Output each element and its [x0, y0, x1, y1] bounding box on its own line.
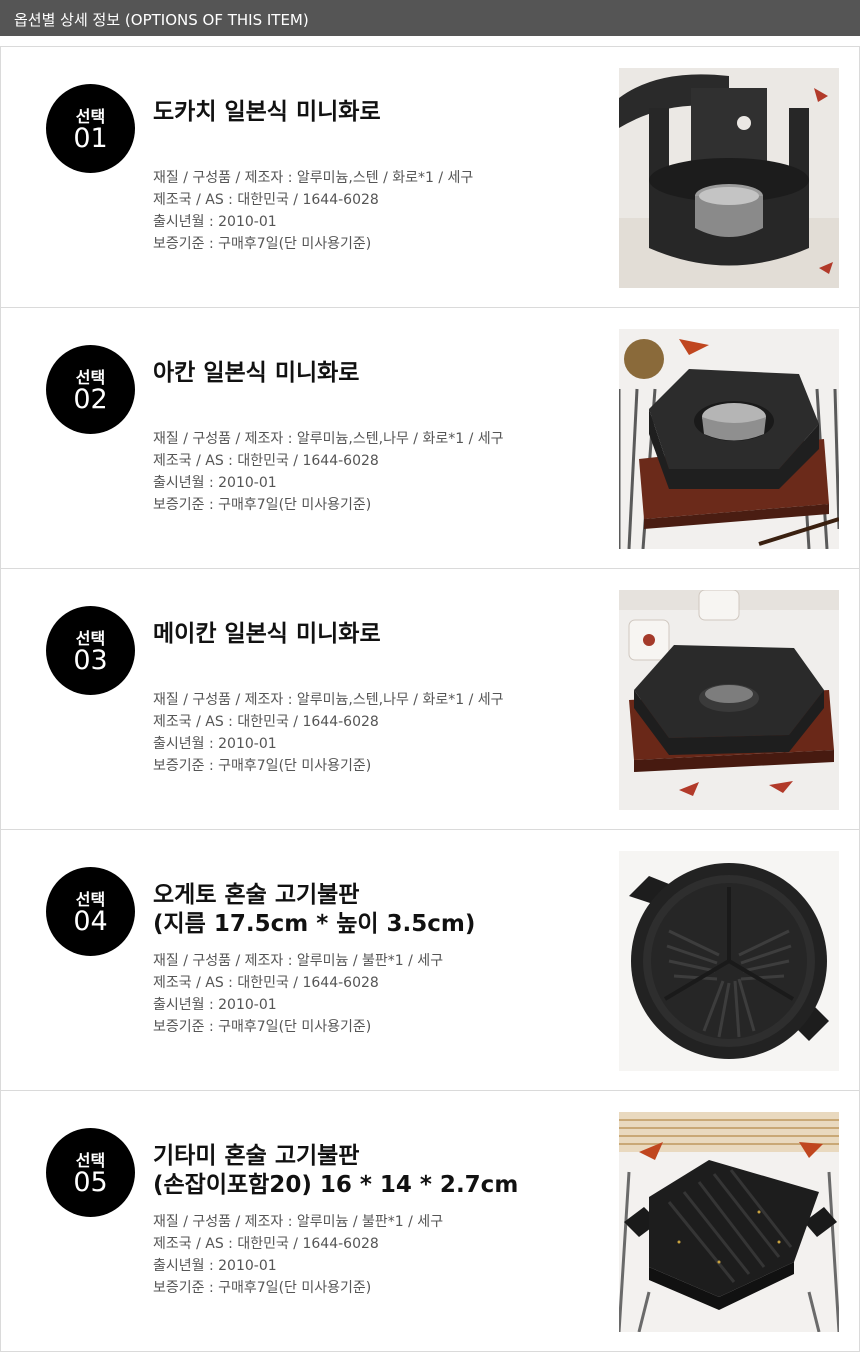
option-card-04: 선택 04 오게토 혼술 고기불판 (지름 17.5cm * 높이 3.5cm)…	[0, 829, 860, 1091]
option-specs: 재질 / 구성품 / 제조자 : 알루미늄 / 불판*1 / 세구 제조국 / …	[153, 950, 593, 1038]
spec-release: 출시년월 : 2010-01	[153, 475, 277, 491]
spec-origin: 제조국 / AS : 대한민국 / 1644-6028	[153, 453, 379, 469]
option-specs: 재질 / 구성품 / 제조자 : 알루미늄,스텐,나무 / 화로*1 / 세구 …	[153, 689, 593, 777]
options-list: 선택 01 도카치 일본식 미니화로 재질 / 구성품 / 제조자 : 알루미늄…	[0, 46, 860, 1352]
option-title-line1: 도카치 일본식 미니화로	[153, 99, 381, 125]
option-badge: 선택 02	[46, 345, 135, 434]
spec-origin: 제조국 / AS : 대한민국 / 1644-6028	[153, 1236, 379, 1252]
spec-release: 출시년월 : 2010-01	[153, 997, 277, 1013]
option-title: 기타미 혼술 고기불판 (손잡이포함20) 16 * 14 * 2.7cm	[153, 1142, 593, 1200]
spec-material: 재질 / 구성품 / 제조자 : 알루미늄 / 불판*1 / 세구	[153, 1214, 444, 1230]
option-specs: 재질 / 구성품 / 제조자 : 알루미늄 / 불판*1 / 세구 제조국 / …	[153, 1211, 593, 1299]
option-badge: 선택 03	[46, 606, 135, 695]
badge-number: 04	[73, 906, 108, 937]
option-title-line1: 아칸 일본식 미니화로	[153, 360, 360, 386]
option-badge: 선택 05	[46, 1128, 135, 1217]
option-badge: 선택 01	[46, 84, 135, 173]
option-title: 아칸 일본식 미니화로	[153, 359, 593, 388]
section-title: 옵션별 상세 정보 (OPTIONS OF THIS ITEM)	[14, 11, 309, 29]
option-specs: 재질 / 구성품 / 제조자 : 알루미늄,스텐,나무 / 화로*1 / 세구 …	[153, 428, 593, 516]
option-title-line2: (지름 17.5cm * 높이 3.5cm)	[153, 911, 476, 937]
spec-material: 재질 / 구성품 / 제조자 : 알루미늄 / 불판*1 / 세구	[153, 953, 444, 969]
spec-origin: 제조국 / AS : 대한민국 / 1644-6028	[153, 714, 379, 730]
spec-warranty: 보증기준 : 구매후7일(단 미사용기준)	[153, 497, 372, 513]
option-card-05: 선택 05 기타미 혼술 고기불판 (손잡이포함20) 16 * 14 * 2.…	[0, 1090, 860, 1352]
spec-material: 재질 / 구성품 / 제조자 : 알루미늄,스텐,나무 / 화로*1 / 세구	[153, 431, 504, 447]
option-specs: 재질 / 구성품 / 제조자 : 알루미늄,스텐 / 화로*1 / 세구 제조국…	[153, 167, 593, 255]
option-title: 메이칸 일본식 미니화로	[153, 620, 593, 649]
option-title-line1: 오게토 혼술 고기불판	[153, 882, 360, 908]
spec-release: 출시년월 : 2010-01	[153, 1258, 277, 1274]
spec-material: 재질 / 구성품 / 제조자 : 알루미늄,스텐,나무 / 화로*1 / 세구	[153, 692, 504, 708]
spec-warranty: 보증기준 : 구매후7일(단 미사용기준)	[153, 236, 372, 252]
flat-brazier-on-wood-icon	[619, 590, 839, 810]
product-photo	[619, 68, 839, 288]
product-photo	[619, 1112, 839, 1332]
spec-release: 출시년월 : 2010-01	[153, 214, 277, 230]
badge-number: 02	[73, 384, 108, 415]
option-title-line1: 메이칸 일본식 미니화로	[153, 621, 381, 647]
square-brazier-on-wood-icon	[619, 329, 839, 549]
option-title: 오게토 혼술 고기불판 (지름 17.5cm * 높이 3.5cm)	[153, 881, 593, 939]
option-title: 도카치 일본식 미니화로	[153, 98, 593, 127]
spec-material: 재질 / 구성품 / 제조자 : 알루미늄,스텐 / 화로*1 / 세구	[153, 170, 474, 186]
spec-release: 출시년월 : 2010-01	[153, 736, 277, 752]
badge-number: 01	[73, 123, 108, 154]
option-card-03: 선택 03 메이칸 일본식 미니화로 재질 / 구성품 / 제조자 : 알루미늄…	[0, 568, 860, 830]
square-grill-pan-icon	[619, 1112, 839, 1332]
option-title-line1: 기타미 혼술 고기불판	[153, 1143, 360, 1169]
spec-origin: 제조국 / AS : 대한민국 / 1644-6028	[153, 975, 379, 991]
spec-warranty: 보증기준 : 구매후7일(단 미사용기준)	[153, 1280, 372, 1296]
round-grill-pan-icon	[619, 851, 839, 1071]
spec-origin: 제조국 / AS : 대한민국 / 1644-6028	[153, 192, 379, 208]
option-title-line2: (손잡이포함20) 16 * 14 * 2.7cm	[153, 1172, 519, 1198]
option-card-02: 선택 02 아칸 일본식 미니화로 재질 / 구성품 / 제조자 : 알루미늄,…	[0, 307, 860, 569]
product-photo	[619, 851, 839, 1071]
section-header: 옵션별 상세 정보 (OPTIONS OF THIS ITEM)	[0, 0, 860, 36]
spec-warranty: 보증기준 : 구매후7일(단 미사용기준)	[153, 1019, 372, 1035]
option-card-01: 선택 01 도카치 일본식 미니화로 재질 / 구성품 / 제조자 : 알루미늄…	[0, 46, 860, 308]
badge-number: 05	[73, 1167, 108, 1198]
option-badge: 선택 04	[46, 867, 135, 956]
product-photo	[619, 590, 839, 810]
product-photo	[619, 329, 839, 549]
spec-warranty: 보증기준 : 구매후7일(단 미사용기준)	[153, 758, 372, 774]
badge-number: 03	[73, 645, 108, 676]
cylindrical-brazier-icon	[619, 68, 839, 288]
